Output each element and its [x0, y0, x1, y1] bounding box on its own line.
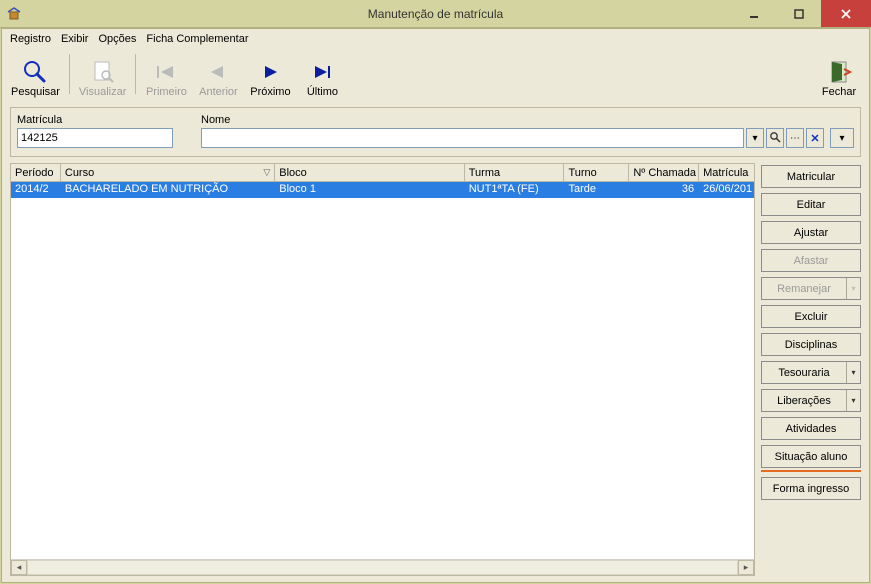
liberacoes-button[interactable]: Liberações▾ — [761, 389, 861, 412]
matricula-field-group: Matrícula — [17, 114, 173, 148]
visualizar-button: Visualizar — [74, 51, 132, 101]
titlebar: Manutenção de matrícula — [0, 0, 871, 28]
scroll-right-arrow[interactable]: ▸ — [738, 560, 754, 575]
primeiro-label: Primeiro — [146, 86, 187, 98]
col-curso-header[interactable]: Curso▽ — [61, 164, 275, 181]
matricula-label: Matrícula — [17, 114, 173, 126]
toolbar: Pesquisar Visualizar Primeiro A — [2, 49, 869, 103]
anterior-label: Anterior — [199, 86, 238, 98]
main-panel: Registro Exibir Opções Ficha Complementa… — [1, 28, 870, 583]
highlight-underline — [761, 470, 861, 472]
nome-label: Nome — [201, 114, 854, 126]
col-turno-header[interactable]: Turno — [564, 164, 629, 181]
excluir-button[interactable]: Excluir — [761, 305, 861, 328]
nome-extra-dropdown[interactable]: ▾ — [830, 128, 854, 148]
close-button[interactable] — [821, 0, 871, 27]
remanejar-button: Remanejar▾ — [761, 277, 861, 300]
prev-icon — [207, 58, 229, 86]
ellipsis-icon: ⋯ — [790, 133, 800, 144]
col-turma-header[interactable]: Turma — [465, 164, 565, 181]
nome-lookup-button[interactable] — [766, 128, 784, 148]
pesquisar-button[interactable]: Pesquisar — [6, 51, 65, 101]
grid-header: Período Curso▽ Bloco Turma Turno Nº Cham… — [11, 164, 754, 182]
disciplinas-button[interactable]: Disciplinas — [761, 333, 861, 356]
forma-ingresso-button[interactable]: Forma ingresso — [761, 477, 861, 500]
anterior-button: Anterior — [192, 51, 244, 101]
ultimo-label: Último — [307, 86, 338, 98]
ultimo-button[interactable]: Último — [296, 51, 348, 101]
grid: Período Curso▽ Bloco Turma Turno Nº Cham… — [10, 163, 755, 576]
search-icon — [769, 131, 781, 146]
chevron-down-icon: ▾ — [839, 133, 844, 144]
preview-icon — [90, 58, 116, 86]
cell-turno: Tarde — [564, 182, 629, 198]
next-icon — [259, 58, 281, 86]
side-button-panel: Matricular Editar Ajustar Afastar Remane… — [761, 163, 861, 576]
grid-body[interactable]: 2014/2 BACHARELADO EM NUTRIÇÃO Bloco 1 N… — [11, 182, 754, 559]
cell-turma: NUT1ªTA (FE) — [465, 182, 565, 198]
clear-icon: ✕ — [810, 132, 819, 145]
afastar-button: Afastar — [761, 249, 861, 272]
chevron-down-icon[interactable]: ▾ — [846, 362, 860, 383]
cell-curso: BACHARELADO EM NUTRIÇÃO — [61, 182, 275, 198]
matricular-button[interactable]: Matricular — [761, 165, 861, 188]
col-matricula-header[interactable]: Matrícula — [699, 164, 754, 181]
proximo-button[interactable]: Próximo — [244, 51, 296, 101]
ajustar-button[interactable]: Ajustar — [761, 221, 861, 244]
nome-field-group: Nome ▾ ⋯ ✕ ▾ — [201, 114, 854, 148]
col-periodo-header[interactable]: Período — [11, 164, 61, 181]
nome-ellipsis-button[interactable]: ⋯ — [786, 128, 804, 148]
menu-opcoes[interactable]: Opções — [98, 33, 136, 45]
minimize-button[interactable] — [731, 0, 776, 27]
first-icon — [155, 58, 177, 86]
primeiro-button: Primeiro — [140, 51, 192, 101]
table-row[interactable]: 2014/2 BACHARELADO EM NUTRIÇÃO Bloco 1 N… — [11, 182, 754, 198]
maximize-button[interactable] — [776, 0, 821, 27]
window-title: Manutenção de matrícula — [368, 7, 503, 21]
tesouraria-button[interactable]: Tesouraria▾ — [761, 361, 861, 384]
menu-registro[interactable]: Registro — [10, 33, 51, 45]
atividades-button[interactable]: Atividades — [761, 417, 861, 440]
nome-dropdown-arrow[interactable]: ▾ — [746, 128, 764, 148]
nome-input[interactable] — [201, 128, 744, 148]
chevron-down-icon[interactable]: ▾ — [846, 390, 860, 411]
matricula-input[interactable] — [17, 128, 173, 148]
fechar-label: Fechar — [822, 86, 856, 98]
cell-bloco: Bloco 1 — [275, 182, 464, 198]
cell-periodo: 2014/2 — [11, 182, 61, 198]
sort-indicator-icon: ▽ — [263, 167, 270, 178]
col-bloco-header[interactable]: Bloco — [275, 164, 464, 181]
last-icon — [311, 58, 333, 86]
window-controls — [731, 0, 871, 27]
menubar: Registro Exibir Opções Ficha Complementa… — [2, 29, 869, 49]
scroll-track[interactable] — [27, 560, 738, 575]
door-exit-icon — [826, 58, 852, 86]
col-chamada-header[interactable]: Nº Chamada — [629, 164, 699, 181]
horizontal-scrollbar[interactable]: ◂ ▸ — [11, 559, 754, 575]
proximo-label: Próximo — [250, 86, 290, 98]
search-panel: Matrícula Nome ▾ ⋯ ✕ — [10, 107, 861, 157]
visualizar-label: Visualizar — [79, 86, 127, 98]
search-icon — [22, 58, 48, 86]
scroll-left-arrow[interactable]: ◂ — [11, 560, 27, 575]
menu-exibir[interactable]: Exibir — [61, 33, 89, 45]
fechar-button[interactable]: Fechar — [813, 51, 865, 101]
app-icon — [6, 6, 22, 22]
chevron-down-icon: ▾ — [846, 278, 860, 299]
toolbar-separator — [69, 54, 70, 94]
cell-chamada: 36 — [629, 182, 699, 198]
pesquisar-label: Pesquisar — [11, 86, 60, 98]
cell-matricula: 26/06/201 — [699, 182, 754, 198]
editar-button[interactable]: Editar — [761, 193, 861, 216]
situacao-aluno-button[interactable]: Situação aluno — [761, 445, 861, 468]
chevron-down-icon: ▾ — [752, 133, 757, 144]
content-row: Período Curso▽ Bloco Turma Turno Nº Cham… — [10, 163, 861, 576]
toolbar-separator — [135, 54, 136, 94]
nome-clear-button[interactable]: ✕ — [806, 128, 824, 148]
menu-ficha-complementar[interactable]: Ficha Complementar — [146, 33, 248, 45]
